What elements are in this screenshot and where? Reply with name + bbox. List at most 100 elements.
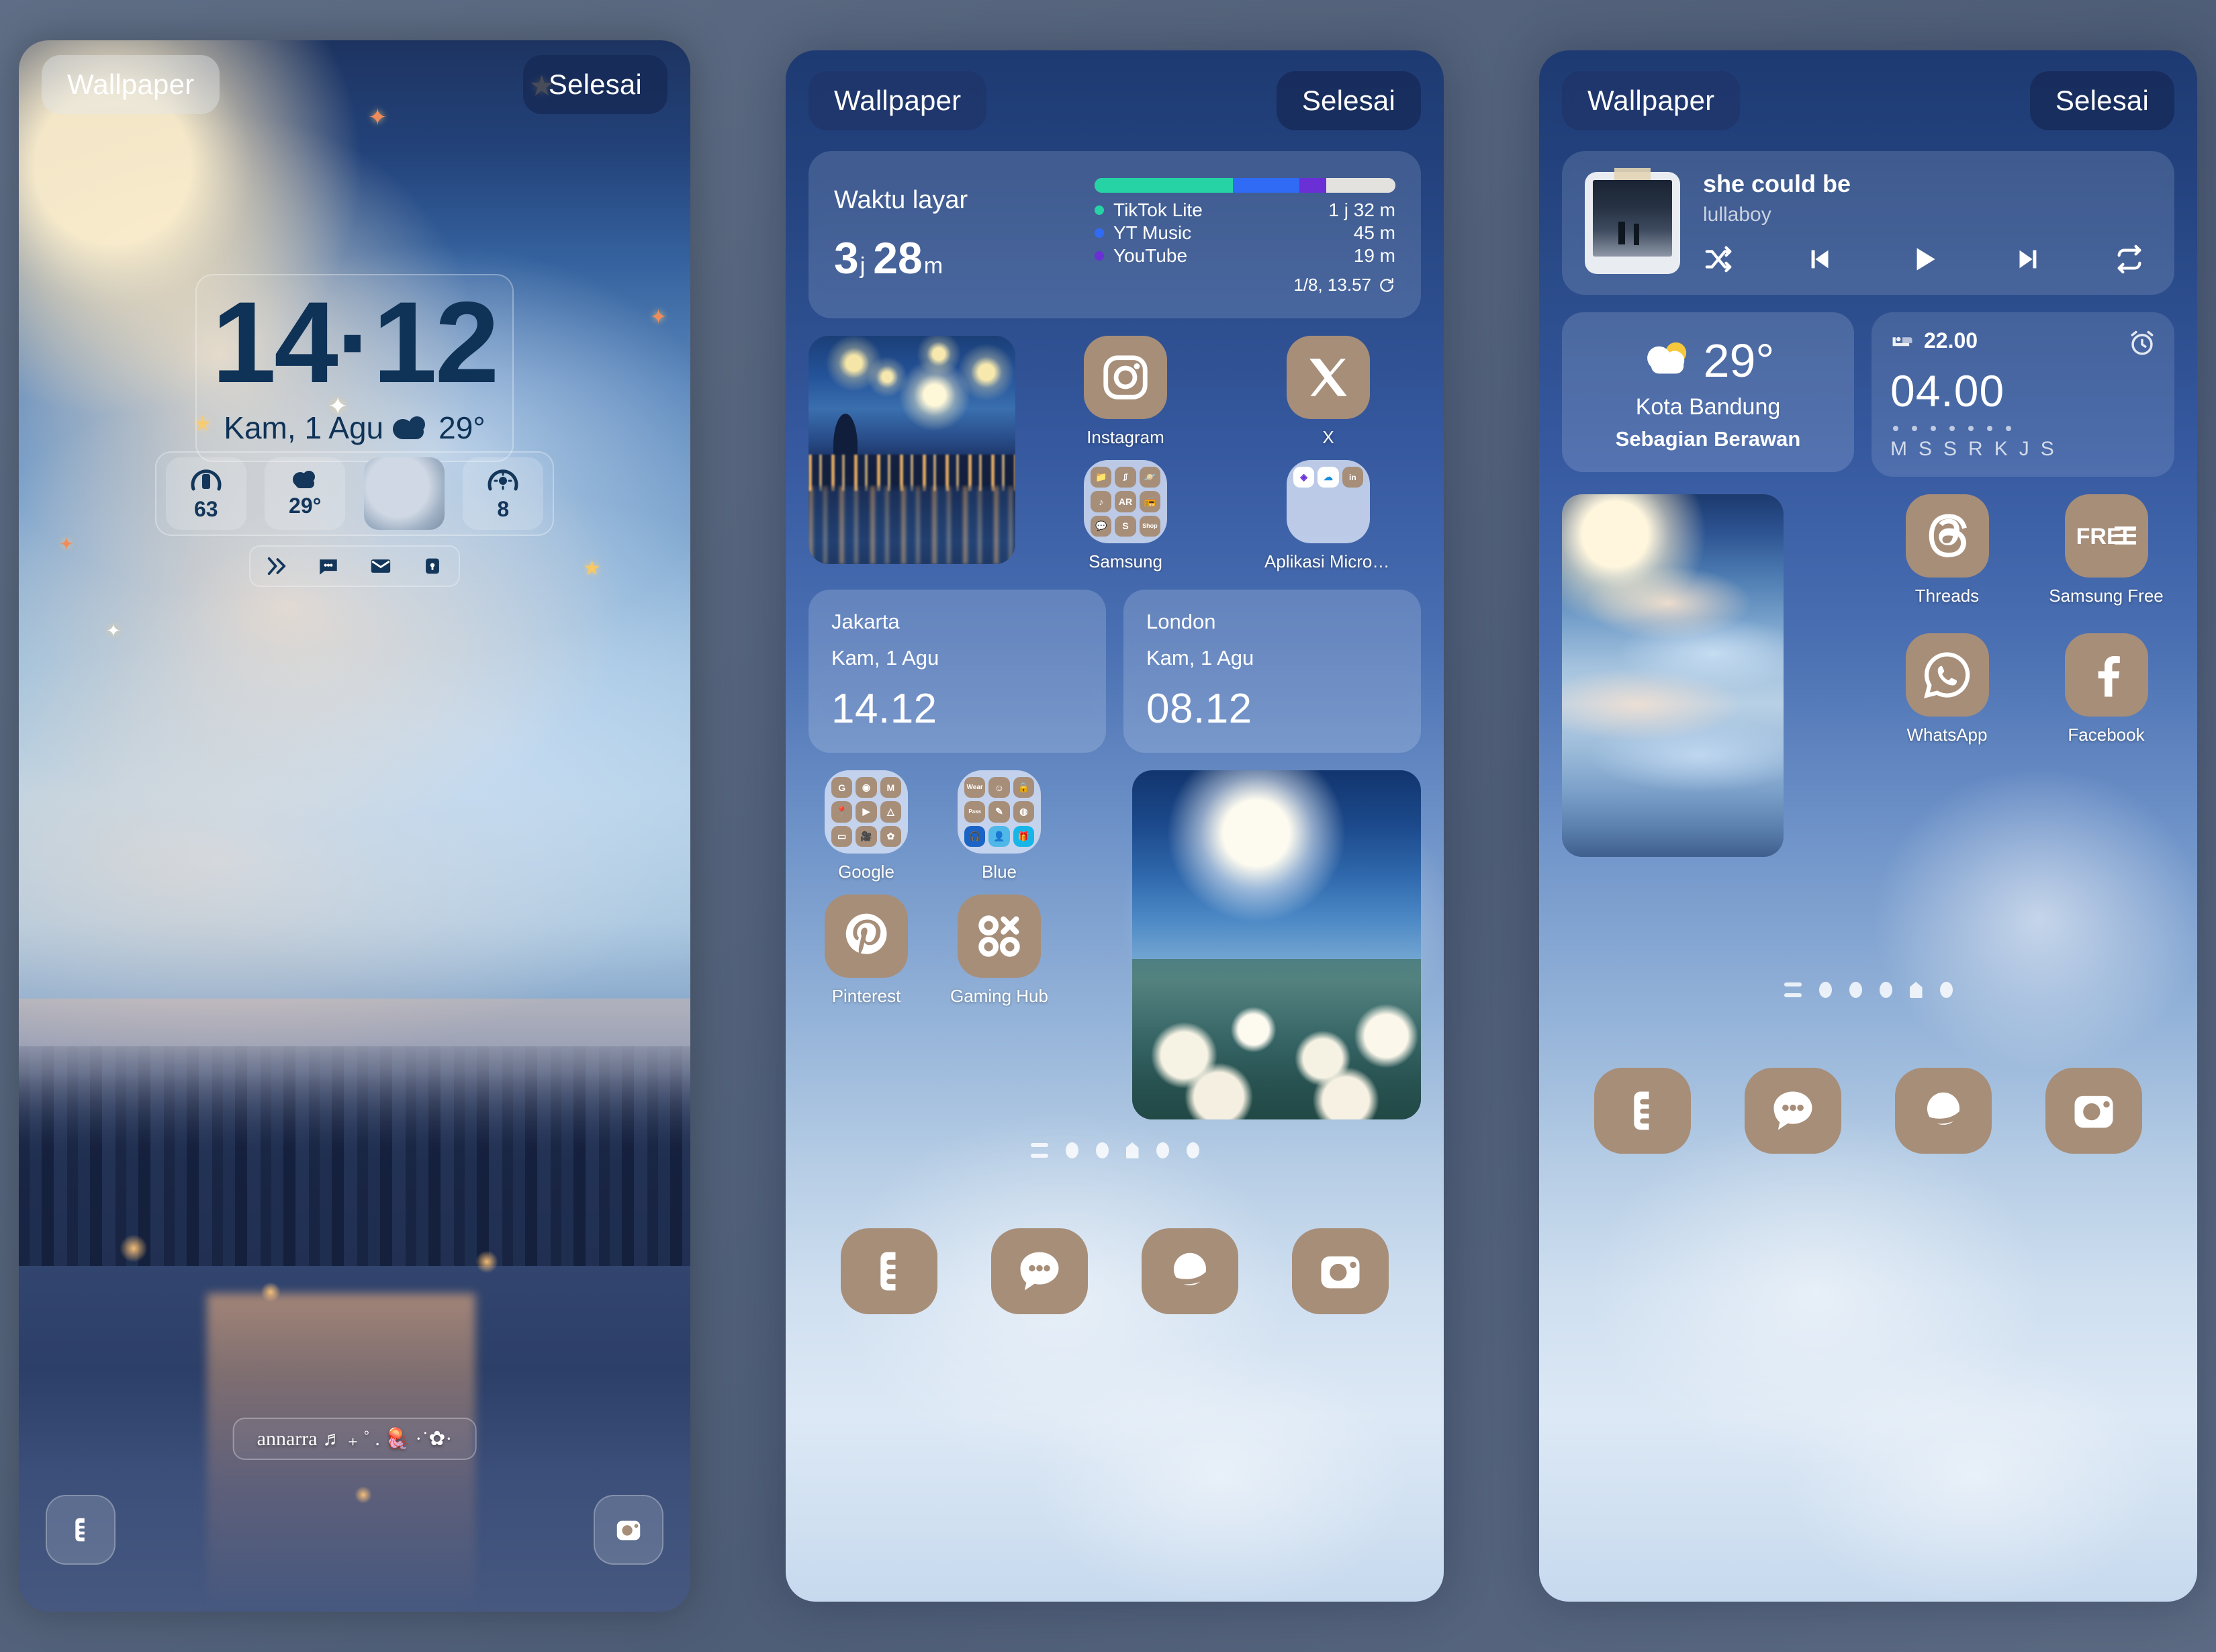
folder-mini-icon: ◈ bbox=[1293, 467, 1315, 488]
message-icon[interactable] bbox=[317, 555, 340, 578]
lock-wallpaper-skyline bbox=[19, 1046, 690, 1297]
moon-roses-widget[interactable] bbox=[1132, 770, 1421, 1119]
app-name: TikTok Lite bbox=[1113, 199, 1203, 220]
repeat-icon[interactable] bbox=[2114, 244, 2145, 275]
next-icon[interactable] bbox=[2012, 244, 2043, 275]
day-dot bbox=[1987, 426, 1992, 431]
screen-time-summary: Waktu layar 3 j 28 m bbox=[834, 174, 1076, 295]
dock-internet-button[interactable] bbox=[1142, 1228, 1238, 1314]
home1-clock-row: Jakarta Kam, 1 Agu 14.12 London Kam, 1 A… bbox=[809, 590, 1421, 753]
wallpaper-back-button[interactable]: Wallpaper bbox=[42, 55, 220, 114]
wallpaper-back-button[interactable]: Wallpaper bbox=[1562, 71, 1741, 130]
album-art-frame bbox=[1585, 168, 1680, 274]
day-dot bbox=[1949, 426, 1955, 431]
screen-time-widget[interactable]: Waktu layar 3 j 28 m TikTok Lite 1 j 32 … bbox=[809, 151, 1421, 318]
folder-samsung[interactable]: 📁 ⎎ 🪐 ♪ AR 📻 💬 S Shop Samsung bbox=[1033, 460, 1218, 572]
alarm-widget[interactable]: 22.00 04.00 M S S R K J S bbox=[1872, 312, 2174, 477]
page-dot[interactable] bbox=[1186, 1142, 1199, 1158]
starry-night-widget[interactable] bbox=[809, 336, 1015, 564]
samsung-folder: 📁 ⎎ 🪐 ♪ AR 📻 💬 S Shop bbox=[1084, 460, 1167, 543]
day-dot bbox=[1912, 426, 1917, 431]
app-samsung-free[interactable]: FREE Samsung Free bbox=[2038, 494, 2174, 606]
cloud-moon-widget[interactable] bbox=[1562, 494, 1784, 857]
folder-mini-icon: ◍ bbox=[1013, 801, 1034, 823]
folder-microsoft[interactable]: ◈ ☁ in Aplikasi Microsoft bbox=[1236, 460, 1421, 572]
done-button[interactable]: Selesai bbox=[1276, 71, 1421, 130]
mail-icon[interactable] bbox=[369, 555, 392, 578]
folder-mini-icon: ☁ bbox=[1318, 467, 1339, 488]
dock-messages-button[interactable] bbox=[991, 1228, 1088, 1314]
page-dot[interactable] bbox=[1818, 982, 1832, 998]
clock-widget-london[interactable]: London Kam, 1 Agu 08.12 bbox=[1123, 590, 1421, 753]
bar-segment-ytmusic bbox=[1233, 178, 1299, 193]
previous-icon[interactable] bbox=[1805, 244, 1836, 275]
lock-screen-panel: ★ ✦ ✦ ✦ ★ ★ ✦ ✦ Wallpaper Selesai 14·12 … bbox=[19, 40, 690, 1612]
app-gaming-hub[interactable]: Gaming Hub bbox=[941, 894, 1057, 1007]
done-button[interactable]: Selesai bbox=[2029, 71, 2174, 130]
moon-tile[interactable] bbox=[363, 457, 445, 530]
lock-clock-widget[interactable]: 14·12 Kam, 1 Agu 29° bbox=[195, 274, 514, 462]
folder-mini-icon: S bbox=[1115, 515, 1136, 537]
battery-tile[interactable]: 63 bbox=[165, 457, 246, 530]
folder-mini-icon: ▭ bbox=[831, 825, 853, 847]
app-x[interactable]: X bbox=[1236, 336, 1421, 448]
star-decoration: ✦ bbox=[106, 620, 121, 641]
folder-mini-icon: Shop bbox=[1139, 515, 1160, 537]
weather-widget[interactable]: 29° Kota Bandung Sebagian Berawan bbox=[1562, 312, 1854, 472]
camera-shortcut-button[interactable] bbox=[594, 1495, 663, 1565]
blue-folder: Wear ☺ 🔒 Pass ✎ ◍ 🎧 👤 🎁 bbox=[958, 770, 1041, 854]
screen-time-footer: 1/8, 13.57 bbox=[1095, 275, 1395, 295]
app-whatsapp[interactable]: WhatsApp bbox=[1879, 633, 2015, 745]
album-art bbox=[1593, 180, 1672, 257]
done-button[interactable]: Selesai bbox=[522, 55, 667, 114]
app-instagram[interactable]: Instagram bbox=[1033, 336, 1218, 448]
play-icon[interactable] bbox=[1907, 242, 1941, 276]
folder-mini-icon: 🎁 bbox=[1013, 825, 1034, 847]
last-updated: 1/8, 13.57 bbox=[1293, 275, 1371, 295]
light-glow bbox=[261, 1281, 281, 1302]
weather-value: 29° bbox=[289, 493, 322, 518]
clock-widget-jakarta[interactable]: Jakarta Kam, 1 Agu 14.12 bbox=[809, 590, 1106, 753]
screen-time-hours: 3 bbox=[834, 233, 859, 283]
music-player-widget[interactable]: she could be lullaboy bbox=[1562, 151, 2174, 295]
weather-tile[interactable]: 29° bbox=[265, 457, 346, 530]
page-dot[interactable] bbox=[1095, 1142, 1109, 1158]
page-dot[interactable] bbox=[1849, 982, 1862, 998]
dock-camera-button[interactable] bbox=[1292, 1228, 1389, 1314]
brightness-tile[interactable]: 8 bbox=[463, 457, 544, 530]
page-dot[interactable] bbox=[1939, 982, 1953, 998]
instagram-icon bbox=[1084, 336, 1167, 419]
app-facebook[interactable]: Facebook bbox=[2038, 633, 2174, 745]
dock-phone-button[interactable] bbox=[841, 1228, 937, 1314]
app-list-icon[interactable] bbox=[1030, 1143, 1048, 1158]
folder-mini-icon: ♪ bbox=[1091, 491, 1112, 512]
folder-mini-icon: ✎ bbox=[988, 801, 1010, 823]
shuffle-icon[interactable] bbox=[1703, 244, 1734, 275]
app-list-icon[interactable] bbox=[1784, 982, 1802, 997]
dock-camera-button[interactable] bbox=[2045, 1068, 2142, 1154]
folder-google[interactable]: G ◉ M 📍 ▶ △ ▭ 🎥 ✿ Google bbox=[809, 770, 924, 882]
page-dot[interactable] bbox=[1156, 1142, 1169, 1158]
phone-shortcut-button[interactable] bbox=[46, 1495, 116, 1565]
home-screen-panel-1: Wallpaper Selesai Waktu layar 3 j 28 m T… bbox=[786, 50, 1444, 1602]
dock-internet-button[interactable] bbox=[1895, 1068, 1992, 1154]
share-icon[interactable] bbox=[265, 555, 288, 578]
page-dot[interactable] bbox=[1879, 982, 1892, 998]
folder-label: Google bbox=[838, 862, 894, 882]
dock-phone-button[interactable] bbox=[1594, 1068, 1691, 1154]
day-dot bbox=[2006, 426, 2011, 431]
home-page-indicator[interactable] bbox=[1125, 1142, 1139, 1158]
app-pinterest[interactable]: Pinterest bbox=[809, 894, 924, 1007]
app-threads[interactable]: Threads bbox=[1879, 494, 2015, 606]
lock-icon[interactable] bbox=[421, 555, 444, 578]
folder-blue[interactable]: Wear ☺ 🔒 Pass ✎ ◍ 🎧 👤 🎁 Blue bbox=[941, 770, 1057, 882]
lock-screen-owner-text: annarra ♬ ₊ ˚ . 🪼 ·˙✿· bbox=[232, 1418, 477, 1460]
city-name: London bbox=[1146, 610, 1216, 633]
home-page-indicator[interactable] bbox=[1909, 982, 1923, 998]
refresh-icon[interactable] bbox=[1378, 277, 1395, 294]
dock-messages-button[interactable] bbox=[1745, 1068, 1841, 1154]
folder-mini-icon: Pass bbox=[964, 801, 986, 823]
page-dot[interactable] bbox=[1065, 1142, 1078, 1158]
wallpaper-back-button[interactable]: Wallpaper bbox=[809, 71, 987, 130]
bed-icon bbox=[1892, 336, 1912, 346]
